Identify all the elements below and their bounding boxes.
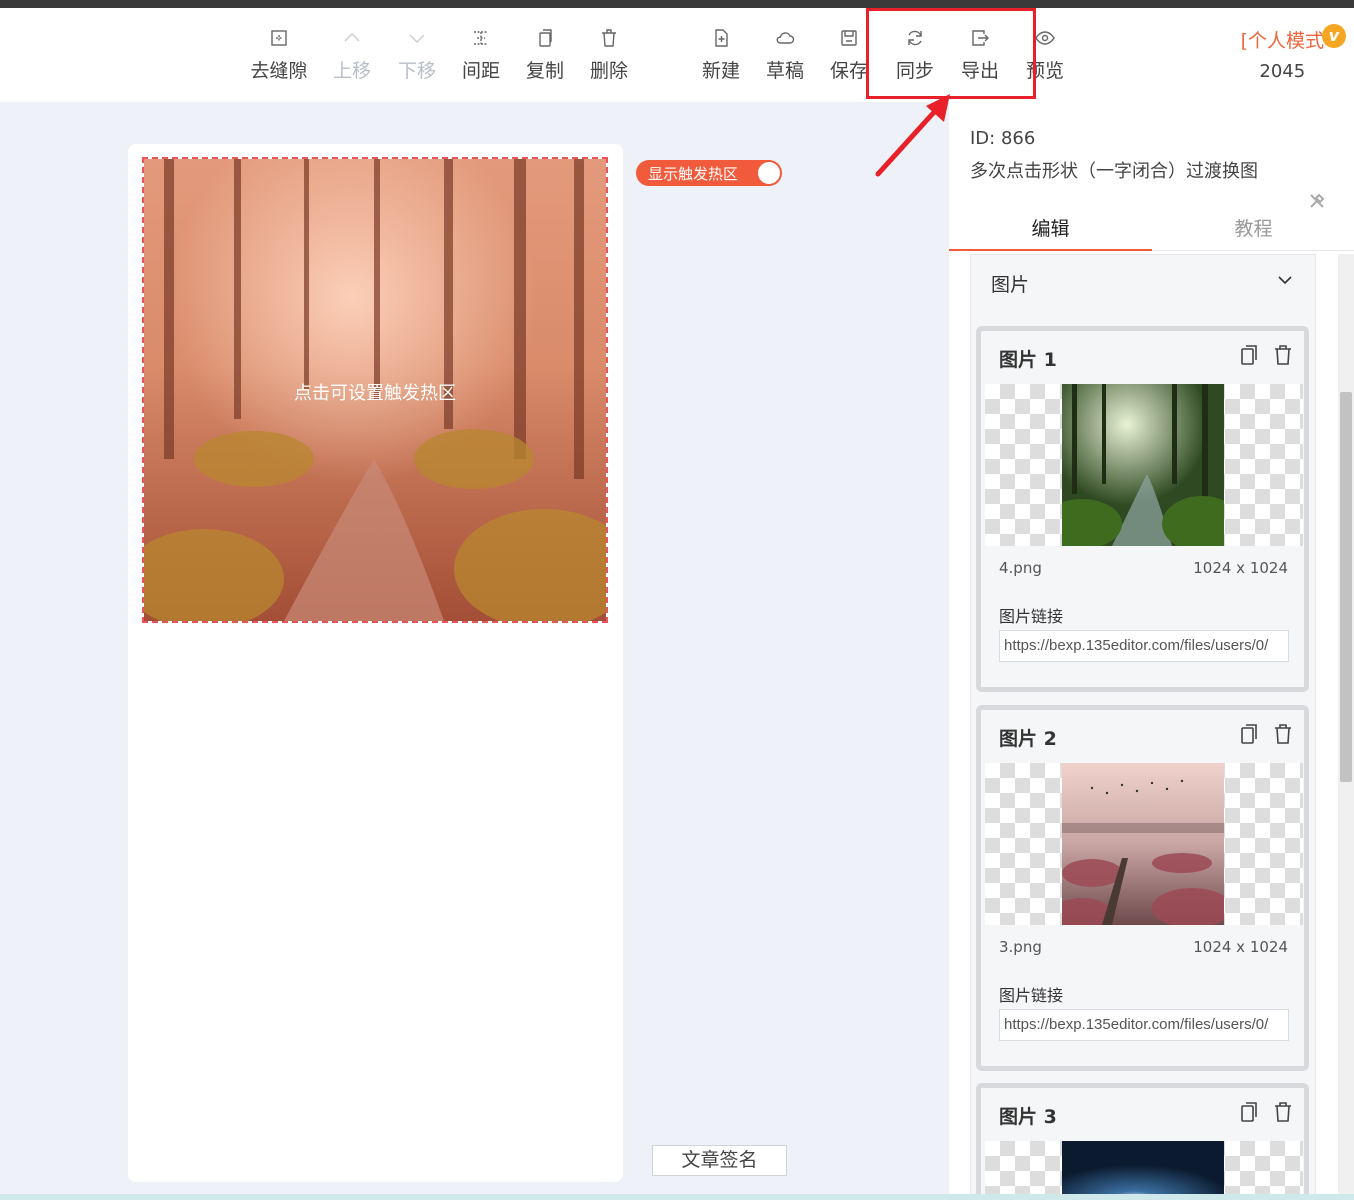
image-card-1: 图片 1 4.png 1024 x 1024 图片链接 https://bexp…: [976, 326, 1309, 692]
new-file-icon: [710, 28, 732, 50]
link-label: 图片链接: [999, 607, 1064, 626]
spacing-label: 间距: [461, 60, 500, 82]
image-card-3: 图片 3: [976, 1083, 1309, 1200]
file-size: 1024 x 1024: [1193, 938, 1288, 956]
show-hotspot-toggle[interactable]: 显示触发热区: [636, 160, 782, 186]
card-title: 图片 3: [999, 1106, 1057, 1128]
window-top-bar: [0, 0, 1354, 8]
right-panel: ID: 866 多次点击形状（一字闭合）过渡换图 编辑 教程 图片 图片 1 4…: [949, 102, 1354, 1200]
file-name: 4.png: [999, 559, 1042, 577]
move-down-label: 下移: [397, 60, 436, 82]
chevron-down-icon: [406, 28, 428, 50]
draft-button[interactable]: 草稿: [753, 28, 817, 83]
marsh-thumbnail: [1062, 763, 1224, 925]
trash-icon[interactable]: [1273, 344, 1293, 366]
move-up-button[interactable]: 上移: [320, 28, 384, 83]
tab-edit[interactable]: 编辑: [949, 207, 1152, 251]
card-title: 图片 2: [999, 728, 1057, 750]
draft-label: 草稿: [765, 60, 804, 82]
cloud-icon: [774, 28, 796, 50]
remove-gap-button[interactable]: 去缝隙: [247, 28, 311, 83]
link-label: 图片链接: [999, 986, 1064, 1005]
delete-button[interactable]: 删除: [577, 28, 641, 83]
copy-icon[interactable]: [1239, 723, 1259, 745]
chevron-up-icon: [341, 28, 363, 50]
toggle-knob: [758, 162, 780, 184]
toolbar: 去缝隙 上移 下移 间距 复制 删除 新建 草稿 保存 同步 导出 预览 [个人…: [0, 8, 1354, 102]
mode-label: [个人模式: [1240, 30, 1324, 52]
file-name: 3.png: [999, 938, 1042, 956]
hotspot-image[interactable]: 点击可设置触发热区: [142, 157, 608, 623]
copy-icon[interactable]: [1239, 1101, 1259, 1123]
panel-tabs: 编辑 教程: [949, 207, 1354, 251]
copy-button[interactable]: 复制: [513, 28, 577, 83]
trash-icon[interactable]: [1273, 723, 1293, 745]
copy-icon: [534, 28, 556, 50]
new-label: 新建: [701, 60, 740, 82]
new-button[interactable]: 新建: [689, 28, 753, 83]
editor-canvas: 点击可设置触发热区: [128, 144, 623, 1182]
forest-thumbnail: [1062, 384, 1224, 546]
save-icon: [838, 28, 860, 50]
file-size: 1024 x 1024: [1193, 559, 1288, 577]
copy-icon[interactable]: [1239, 344, 1259, 366]
template-id: ID: 866: [970, 128, 1036, 149]
image-preview: [985, 763, 1303, 925]
delete-label: 删除: [589, 60, 628, 82]
vip-badge-icon: v: [1322, 24, 1346, 48]
personal-mode[interactable]: [个人模式 v 2045: [1240, 24, 1346, 82]
annotation-highlight-box: [866, 8, 1036, 99]
mode-number: 2045: [1259, 61, 1306, 82]
space-thumbnail: [1062, 1141, 1224, 1200]
chevron-down-icon[interactable]: [1277, 272, 1293, 288]
annotation-arrow: [875, 94, 950, 177]
move-down-button[interactable]: 下移: [385, 28, 449, 83]
scrollbar-thumb[interactable]: [1340, 392, 1352, 782]
section-title[interactable]: 图片: [991, 270, 1029, 297]
hotspot-hint: 点击可设置触发热区: [294, 383, 456, 404]
image-preview: [985, 1141, 1303, 1200]
template-title: 多次点击形状（一字闭合）过渡换图: [970, 161, 1258, 182]
card-title: 图片 1: [999, 349, 1057, 371]
toggle-label: 显示触发热区: [648, 165, 739, 183]
move-up-label: 上移: [332, 60, 371, 82]
trash-icon[interactable]: [1273, 1101, 1293, 1123]
article-signature-button[interactable]: 文章签名: [652, 1145, 787, 1176]
image-link-input[interactable]: https://bexp.135editor.com/files/users/0…: [999, 630, 1289, 662]
image-link-input[interactable]: https://bexp.135editor.com/files/users/0…: [999, 1009, 1289, 1041]
copy-label: 复制: [525, 60, 564, 82]
bottom-status-line: [0, 1194, 1354, 1200]
spacing-icon: [470, 28, 492, 50]
panel-scrollbar[interactable]: [1338, 254, 1354, 1200]
remove-gap-label: 去缝隙: [250, 60, 308, 82]
trash-icon: [598, 28, 620, 50]
image-preview: [985, 384, 1303, 546]
image-card-2: 图片 2 3.png 1024 x 1024 图片链接 https://bexp…: [976, 705, 1309, 1071]
gap-icon: [268, 28, 290, 50]
eye-icon: [1034, 28, 1056, 50]
spacing-button[interactable]: 间距: [449, 28, 513, 83]
tab-tutorial[interactable]: 教程: [1152, 207, 1354, 251]
